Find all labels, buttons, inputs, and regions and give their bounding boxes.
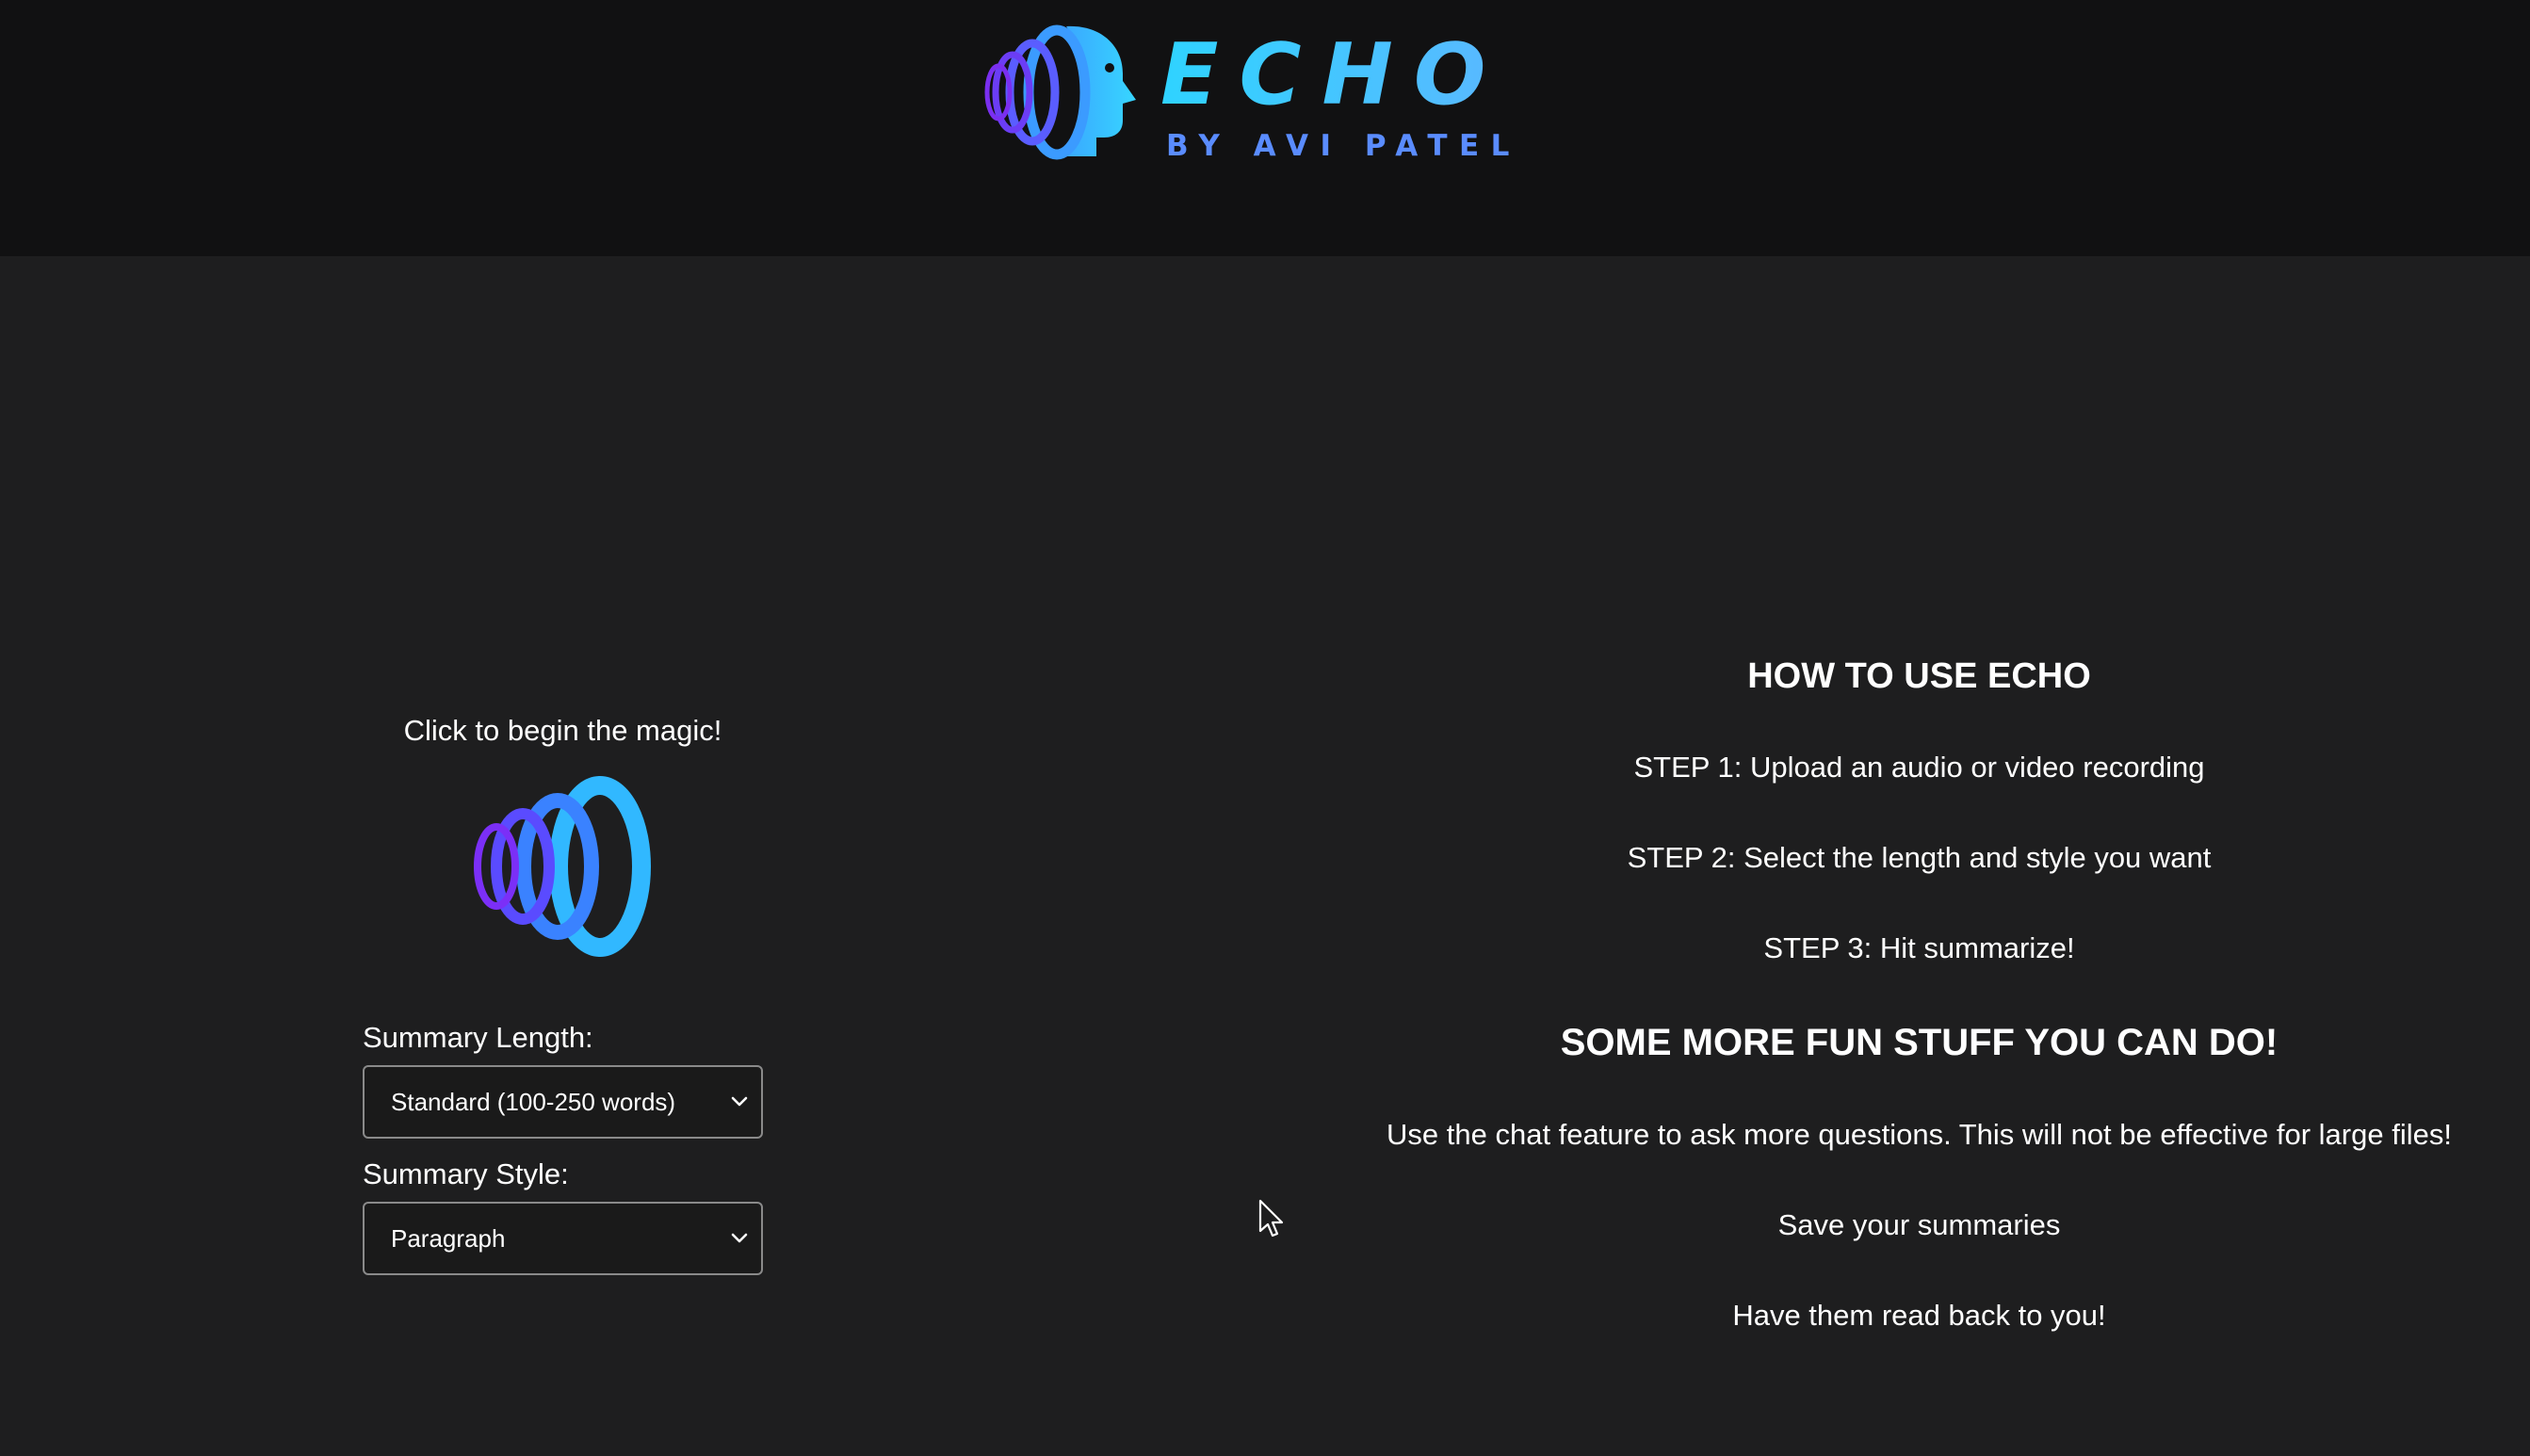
brand-title: ECHO [1160,25,1507,124]
summary-length-label: Summary Length: [363,1021,593,1054]
echo-logo[interactable]: ECHO BY AVI PATEL [980,19,1509,162]
mouse-cursor-icon [1258,1199,1284,1238]
instruction-step: STEP 1: Upload an audio or video recordi… [1633,751,2205,784]
instruction-step: STEP 3: Hit summarize! [1763,931,2075,964]
brand-subtitle: BY AVI PATEL [1166,129,1521,163]
extras-heading: SOME MORE FUN STUFF YOU CAN DO! [1560,1022,2279,1063]
summary-style-label: Summary Style: [363,1157,569,1190]
head-soundwave-icon [984,24,1136,160]
summary-length-value: Standard (100-250 words) [391,1087,676,1116]
extra-feature: Use the chat feature to ask more questio… [1387,1118,2452,1151]
app-header: ECHO BY AVI PATEL [0,0,2530,256]
extra-feature: Have them read back to you! [1732,1299,2106,1332]
instructions-heading: HOW TO USE ECHO [1747,656,2091,696]
summary-style-select[interactable]: Paragraph [363,1202,763,1275]
soundwave-icon [474,776,651,957]
chevron-down-icon [731,1233,748,1243]
upload-button[interactable] [468,772,657,961]
upload-prompt: Click to begin the magic! [403,714,722,747]
chevron-down-icon [731,1096,748,1107]
instruction-step: STEP 2: Select the length and style you … [1627,841,2212,874]
extra-feature: Save your summaries [1777,1208,2061,1241]
summary-length-select[interactable]: Standard (100-250 words) [363,1065,763,1139]
summary-style-value: Paragraph [391,1223,506,1253]
